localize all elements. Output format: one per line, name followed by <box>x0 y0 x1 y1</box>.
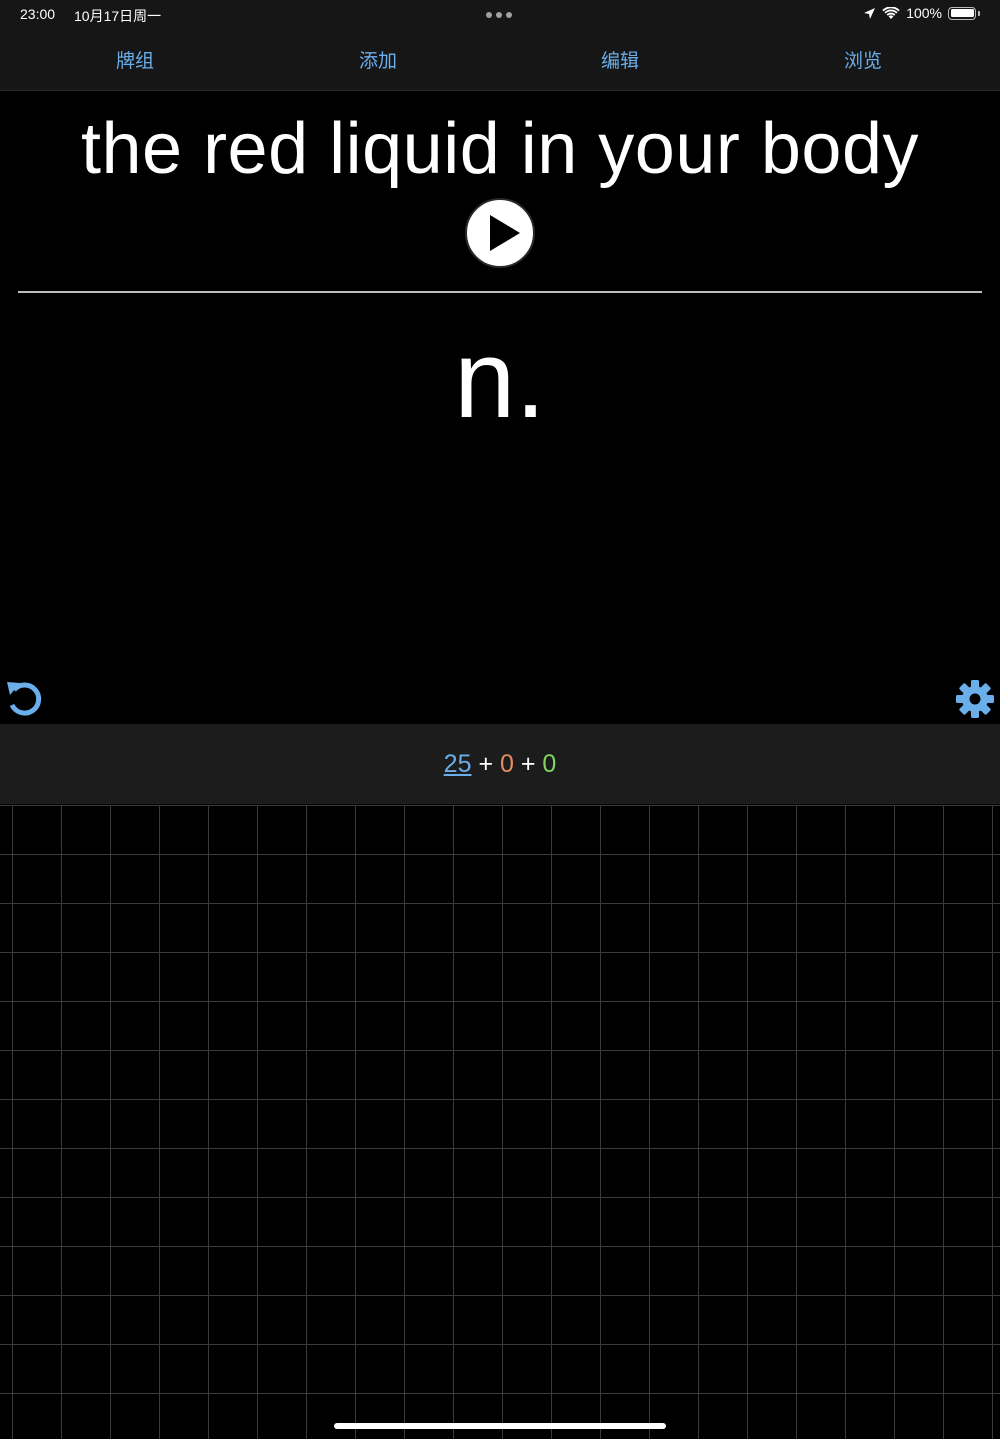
card-answer: n. <box>454 318 546 441</box>
count-separator: + <box>478 750 494 778</box>
status-date: 10月17日周一 <box>74 8 162 24</box>
answer-divider <box>18 291 982 293</box>
learning-count: 0 <box>500 750 514 778</box>
whiteboard-grid[interactable] <box>0 805 1000 1439</box>
status-time: 23:00 <box>20 6 56 22</box>
card-question: the red liquid in your body <box>80 109 920 189</box>
due-counts-bar: 25 + 0 + 0 <box>0 724 1000 804</box>
home-indicator[interactable] <box>334 1423 666 1429</box>
main-nav: 牌组 添加 编辑 浏览 <box>0 40 1000 80</box>
nav-decks-button[interactable]: 牌组 <box>75 46 195 73</box>
nav-add-button[interactable]: 添加 <box>318 46 438 73</box>
reviewer-screen: 23:00 10月17日周一 100% 牌组 添加 编辑 浏览 the red … <box>0 0 1000 1439</box>
undo-icon[interactable] <box>4 678 46 720</box>
battery-icon <box>948 6 976 20</box>
nav-edit-button[interactable]: 编辑 <box>560 46 680 73</box>
gear-icon[interactable] <box>954 678 996 720</box>
battery-percent: 100% <box>906 5 942 21</box>
new-count[interactable]: 25 <box>444 750 472 778</box>
battery-tip <box>978 10 980 16</box>
status-bar: 23:00 10月17日周一 100% <box>0 0 1000 30</box>
wifi-icon <box>882 6 900 19</box>
play-icon[interactable] <box>464 197 536 269</box>
multitasking-dots-icon[interactable] <box>486 12 512 18</box>
review-count: 0 <box>542 750 557 778</box>
location-arrow-icon <box>864 7 876 19</box>
status-indicators: 100% <box>863 5 980 21</box>
nav-browse-button[interactable]: 浏览 <box>803 46 923 73</box>
count-separator: + <box>520 750 536 778</box>
top-bar: 23:00 10月17日周一 100% 牌组 添加 编辑 浏览 <box>0 0 1000 91</box>
